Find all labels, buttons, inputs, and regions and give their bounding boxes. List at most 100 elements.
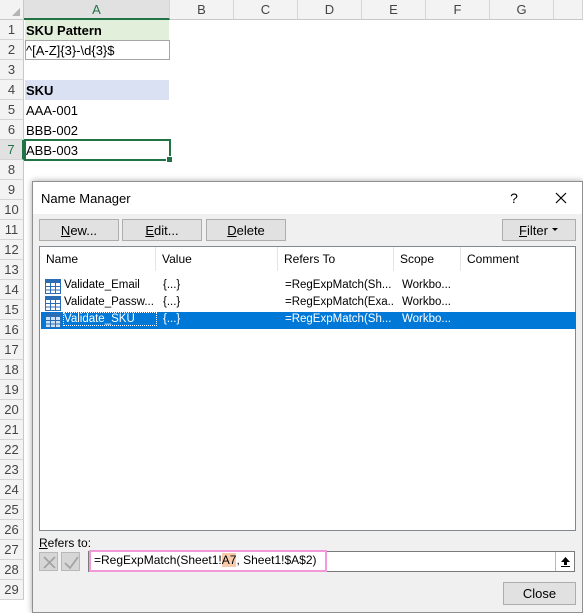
collapse-dialog-button[interactable] <box>555 552 574 571</box>
name-list-row[interactable]: Validate_Passw... {...} =RegExpMatch(Exa..… <box>41 295 576 312</box>
refers-to-value[interactable]: =RegExpMatch(Sheet1!A7, Sheet1!$A$2) <box>94 553 317 567</box>
row-header[interactable]: 24 <box>0 480 24 500</box>
named-range-icon <box>45 296 61 311</box>
names-list[interactable]: Name Value Refers To Scope Comment Valid… <box>39 246 576 531</box>
row-header[interactable]: 6 <box>0 120 24 140</box>
new-button[interactable]: New... <box>39 219 119 241</box>
row-header[interactable]: 9 <box>0 180 24 200</box>
name-list-row[interactable]: Validate_Email {...} =RegExpMatch(Sh... Wor… <box>41 278 576 295</box>
commit-edit-button[interactable] <box>61 552 80 571</box>
row-header[interactable]: 15 <box>0 300 24 320</box>
name-cell-name: Validate_Passw... <box>64 296 154 308</box>
name-manager-dialog: Name Manager ? New... Edit... Delete Fil… <box>32 181 583 613</box>
col-header-name[interactable]: Name <box>40 247 156 271</box>
refers-to-label: Refers to: <box>39 536 91 550</box>
cell-a4[interactable]: SKU <box>26 80 53 100</box>
name-cell-name: Validate_Email <box>64 279 140 291</box>
row-header[interactable]: 23 <box>0 460 24 480</box>
dialog-title: Name Manager <box>41 191 131 206</box>
row-header[interactable]: 1 <box>0 20 24 40</box>
edit-button-accel: E <box>145 222 155 238</box>
row-header[interactable]: 26 <box>0 520 24 540</box>
col-header-scope[interactable]: Scope <box>394 247 461 271</box>
row-header[interactable]: 14 <box>0 280 24 300</box>
row-header[interactable]: 16 <box>0 320 24 340</box>
select-all-corner[interactable] <box>0 0 24 20</box>
name-cell-refers-to: =RegExpMatch(Exa... <box>285 296 395 308</box>
col-header-refers-to[interactable]: Refers To <box>278 247 394 271</box>
named-range-icon <box>45 279 61 294</box>
edit-button[interactable]: Edit... <box>122 219 202 241</box>
row-header[interactable]: 5 <box>0 100 24 120</box>
named-range-icon <box>45 313 61 328</box>
name-cell-scope: Workbo... <box>402 279 451 291</box>
col-header-comment[interactable]: Comment <box>461 247 575 271</box>
filter-button[interactable]: Filter <box>502 219 576 241</box>
column-header-c[interactable]: C <box>234 0 298 20</box>
row-header[interactable]: 22 <box>0 440 24 460</box>
delete-button-accel: D <box>227 222 237 238</box>
new-button-label: ew... <box>70 222 98 238</box>
row-header[interactable]: 11 <box>0 220 24 240</box>
row-header[interactable]: 12 <box>0 240 24 260</box>
row-header[interactable]: 21 <box>0 420 24 440</box>
collapse-arrow-icon <box>560 557 570 567</box>
name-cell-value: {...} <box>163 296 181 308</box>
cell-a5[interactable]: AAA-001 <box>26 100 78 120</box>
column-header-g[interactable]: G <box>490 0 554 20</box>
delete-button[interactable]: Delete <box>206 219 286 241</box>
refers-to-prefix: =RegExpMatch(Sheet1! <box>94 553 222 567</box>
refers-to-label-accel: R <box>39 536 48 550</box>
row-header[interactable]: 27 <box>0 540 24 560</box>
column-header-b[interactable]: B <box>170 0 234 20</box>
column-header-a[interactable]: A <box>24 0 170 20</box>
row-header[interactable]: 25 <box>0 500 24 520</box>
name-cell-scope: Workbo... <box>402 313 451 325</box>
col-header-value[interactable]: Value <box>156 247 278 271</box>
dropdown-arrow-icon <box>551 228 558 231</box>
refers-to-label-text: efers to: <box>47 536 92 550</box>
row-header[interactable]: 20 <box>0 400 24 420</box>
help-button[interactable]: ? <box>505 189 523 207</box>
cancel-edit-button[interactable] <box>39 552 58 571</box>
name-cell-value: {...} <box>163 313 181 325</box>
name-cell-name: Validate_SKU <box>63 312 157 326</box>
name-cell-refers-to: =RegExpMatch(Sh... <box>285 313 392 325</box>
row-header[interactable]: 19 <box>0 380 24 400</box>
new-button-accel: N <box>60 222 71 238</box>
row-header[interactable]: 13 <box>0 260 24 280</box>
delete-button-label: elete <box>236 222 265 238</box>
refers-to-cell-reference: A7 <box>221 553 237 567</box>
refers-to-suffix: , Sheet1!$A$2) <box>236 553 317 567</box>
column-header-d[interactable]: D <box>298 0 362 20</box>
cell-a2[interactable]: ^[A-Z]{3}-\d{3}$ <box>26 40 115 60</box>
column-header-h[interactable] <box>554 0 583 20</box>
dialog-titlebar: Name Manager ? <box>33 182 582 214</box>
column-header-f[interactable]: F <box>426 0 490 20</box>
row-header[interactable]: 3 <box>0 60 24 80</box>
name-cell-refers-to: =RegExpMatch(Sh... <box>285 279 392 291</box>
row-header[interactable]: 29 <box>0 580 24 600</box>
row-header[interactable]: 7 <box>0 140 24 160</box>
row-header[interactable]: 2 <box>0 40 24 60</box>
filter-button-label: ilter <box>527 222 548 238</box>
cell-a1[interactable]: SKU Pattern <box>26 20 102 40</box>
close-button[interactable]: Close <box>503 582 576 605</box>
cell-a6[interactable]: BBB-002 <box>26 120 78 140</box>
x-icon <box>43 556 56 569</box>
name-list-row[interactable]: Validate_SKU {...} =RegExpMatch(Sh... Workb… <box>41 312 576 329</box>
row-header[interactable]: 18 <box>0 360 24 380</box>
row-header[interactable]: 8 <box>0 160 24 180</box>
row-header[interactable]: 4 <box>0 80 24 100</box>
checkmark-icon <box>64 556 79 570</box>
row-header[interactable]: 10 <box>0 200 24 220</box>
active-cell-selection <box>24 139 173 163</box>
row-header[interactable]: 17 <box>0 340 24 360</box>
column-header-e[interactable]: E <box>362 0 426 20</box>
name-cell-scope: Workbo... <box>402 296 451 308</box>
row-header[interactable]: 28 <box>0 560 24 580</box>
filter-button-accel: F <box>519 222 527 238</box>
name-cell-value: {...} <box>163 279 181 291</box>
edit-button-label: dit... <box>154 222 179 238</box>
close-icon[interactable] <box>549 186 573 210</box>
